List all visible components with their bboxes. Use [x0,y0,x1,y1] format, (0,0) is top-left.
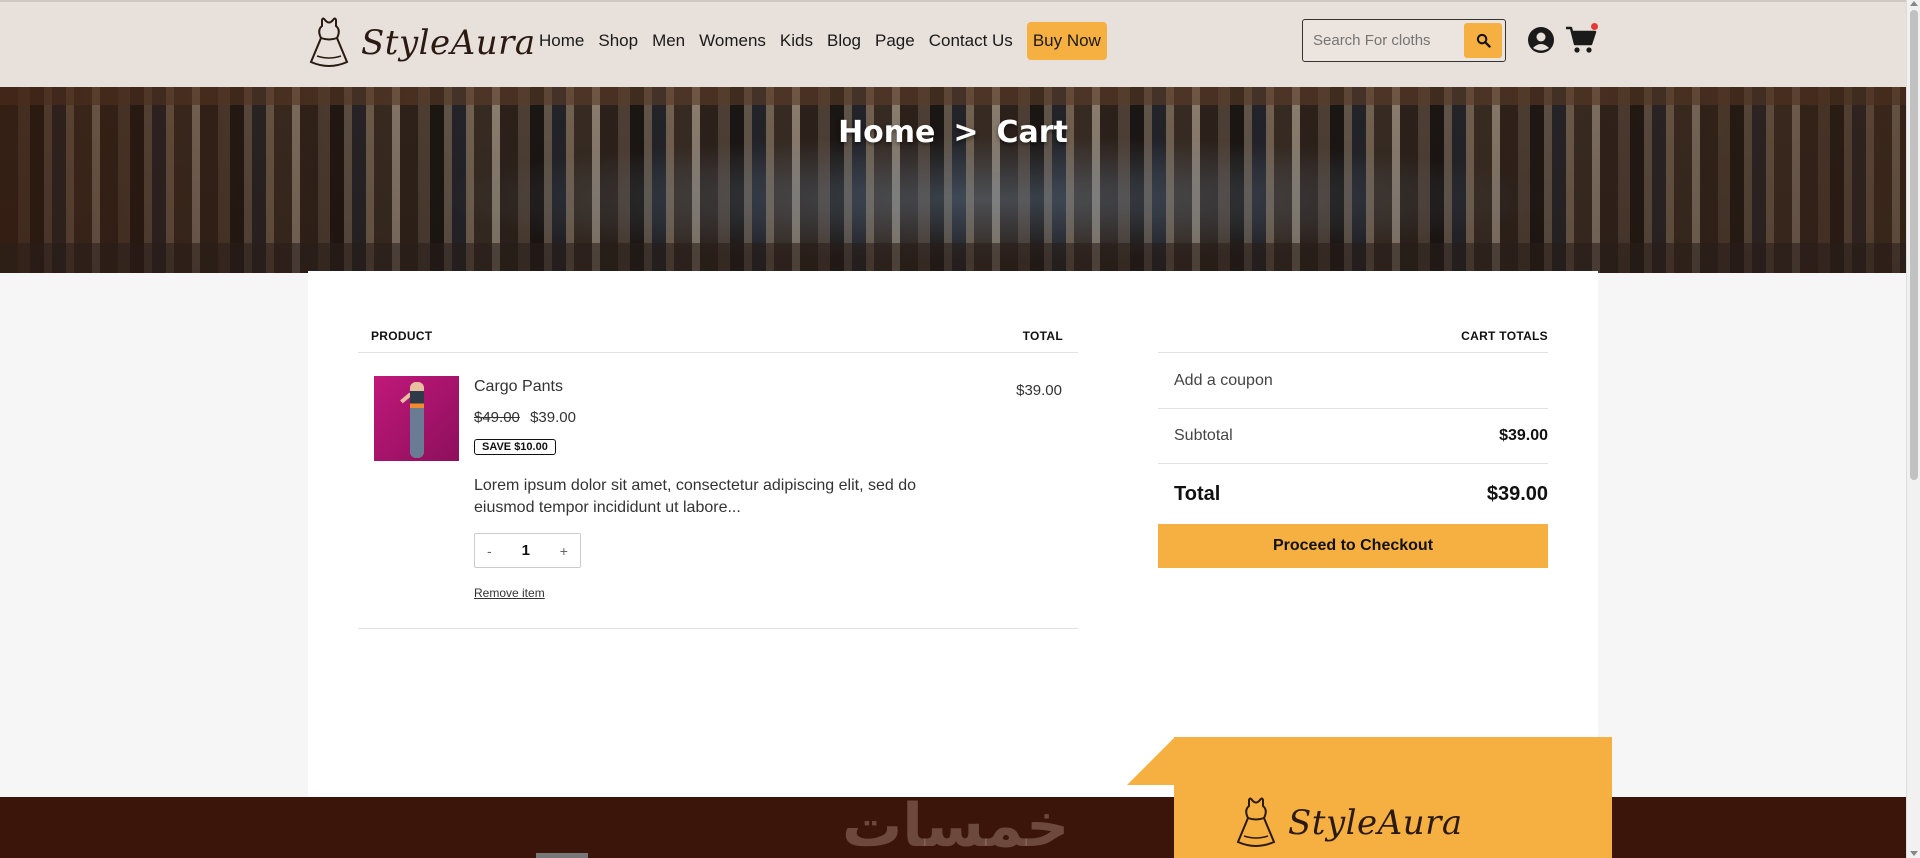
scroll-down-arrow-icon[interactable] [1910,851,1918,856]
footer-logo[interactable]: StyleAura [1232,796,1463,850]
cart-totals: CART TOTALS Add a coupon Subtotal $39.00… [1158,329,1548,568]
breadcrumb-separator: > [953,115,979,150]
search-button[interactable] [1464,23,1502,58]
cart-item-row: Cargo Pants $49.00 $39.00 SAVE $10.00 Lo… [358,353,1078,629]
cart-table-header: PRODUCT TOTAL [358,329,1078,353]
site-logo[interactable]: StyleAura [305,16,536,70]
search-input[interactable] [1303,32,1463,49]
site-header: StyleAura Home Shop Men Womens Kids Blog… [0,0,1906,87]
total-row: Total $39.00 [1158,464,1548,524]
add-coupon-row[interactable]: Add a coupon [1158,353,1548,409]
cart-page-container: PRODUCT TOTAL Cargo Pants $49.00 $39.00 … [308,271,1598,801]
product-image[interactable] [374,376,459,461]
line-total: $39.00 [1016,382,1062,399]
user-icon[interactable] [1527,26,1555,54]
subtotal-row: Subtotal $39.00 [1158,409,1548,464]
footer-watermark: خمسات [842,797,1070,858]
proceed-to-checkout-button[interactable]: Proceed to Checkout [1158,524,1548,568]
dress-icon [309,17,349,67]
scrollbar-thumb[interactable] [1910,10,1918,480]
quantity-stepper: - 1 + [474,533,581,568]
nav-men[interactable]: Men [645,22,692,60]
col-total-header: TOTAL [1022,329,1063,343]
total-label: Total [1174,482,1221,505]
breadcrumb: Home > Cart [0,115,1906,150]
page-scrollbar[interactable] [1906,0,1920,858]
nav-blog[interactable]: Blog [820,22,868,60]
qty-decrease-button[interactable]: - [487,543,492,559]
scroll-up-arrow-icon[interactable] [1910,1,1918,6]
footer-divider [536,853,588,858]
subtotal-label: Subtotal [1174,427,1233,444]
remove-item-link[interactable]: Remove item [474,586,545,600]
hero-floor [0,243,1906,273]
cart-badge-dot [1591,23,1598,30]
nav-shop[interactable]: Shop [591,22,645,60]
product-image-figure [410,382,424,458]
search-icon [1476,33,1491,48]
qty-increase-button[interactable]: + [560,543,568,559]
nav-page[interactable]: Page [868,22,922,60]
qty-value[interactable]: 1 [522,542,530,559]
product-price: $39.00 [530,409,576,426]
subtotal-value: $39.00 [1499,427,1548,444]
cart-totals-heading: CART TOTALS [1158,329,1548,353]
dress-icon [1236,797,1276,847]
breadcrumb-home[interactable]: Home [838,115,935,150]
footer-logo-text: StyleAura [1288,803,1463,843]
col-product-header: PRODUCT [371,329,433,343]
logo-text: StyleAura [361,23,536,63]
product-description: Lorem ipsum dolor sit amet, consectetur … [474,477,916,516]
product-old-price: $49.00 [474,409,520,426]
total-value: $39.00 [1486,482,1548,505]
nav-home[interactable]: Home [532,22,591,60]
search-box [1302,19,1506,62]
nav-contact-us[interactable]: Contact Us [922,22,1020,60]
product-name[interactable]: Cargo Pants [474,378,563,396]
add-coupon-label[interactable]: Add a coupon [1174,372,1273,390]
nav-womens[interactable]: Womens [692,22,773,60]
buy-now-button[interactable]: Buy Now [1026,22,1107,60]
save-badge: SAVE $10.00 [474,439,556,455]
cart-table: PRODUCT TOTAL Cargo Pants $49.00 $39.00 … [358,329,1078,629]
main-nav: Home Shop Men Womens Kids Blog Page Cont… [532,22,1107,60]
hero-banner: Home > Cart [0,87,1906,273]
site-footer: خمسات [0,797,1906,858]
breadcrumb-current: Cart [996,115,1068,150]
product-price-line: $49.00 $39.00 [474,409,576,426]
nav-kids[interactable]: Kids [773,22,820,60]
